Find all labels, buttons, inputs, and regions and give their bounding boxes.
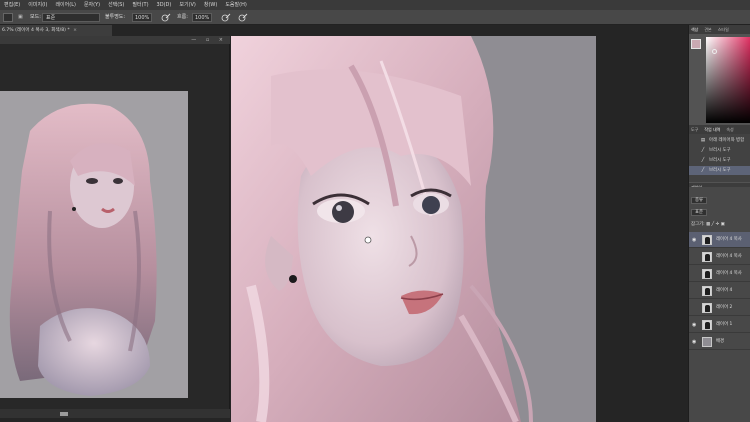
history-panel-tabs: 도구 작업 내역 속성 [689, 125, 750, 134]
menu-filter[interactable]: 필터(T) [132, 0, 148, 10]
right-panels: 색상 견본 스타일 도구 작업 내역 속성 ▤ 아래 레이어와 병합 ╱ 브러시 도… [688, 25, 750, 422]
color-swatches [691, 39, 705, 69]
layer-name: 레이어 1 [716, 322, 733, 327]
mode-label: 모드: [30, 14, 41, 20]
tool-preset-icon[interactable] [3, 13, 13, 22]
menu-bar: 편집(E) 이미지(I) 레이어(L) 문자(Y) 선택(S) 필터(T) 3D… [0, 0, 750, 10]
history-item[interactable]: ╱ 브러시 도구 [689, 146, 750, 155]
tab-color[interactable]: 색상 [691, 25, 698, 34]
layer-row[interactable]: 레이어 4 복사 [689, 266, 750, 282]
layer-row[interactable]: 레이어 4 [689, 283, 750, 299]
flow-input[interactable]: 100% [192, 13, 212, 22]
brush-icon: ╱ [701, 168, 705, 173]
history-item-label: 브러시 도구 [709, 158, 731, 163]
menu-edit[interactable]: 편집(E) [4, 0, 20, 10]
scrollbar-thumb[interactable] [60, 412, 68, 416]
layer-name: 레이어 4 복사 [716, 271, 742, 276]
tab-history[interactable]: 작업 내역 [704, 125, 720, 134]
blend-mode-dropdown[interactable]: 표준 [691, 209, 708, 216]
layer-row[interactable]: ◉ 레이어 1 [689, 317, 750, 333]
history-item-label: 브러시 도구 [709, 148, 731, 153]
document-tab-title: 6.7% (레이어 4 복사 3, 회색/8) * [2, 28, 70, 33]
layer-thumbnail [702, 337, 712, 347]
brush-icon: ╱ [701, 148, 705, 153]
flow-label: 흐름: [177, 14, 188, 20]
layer-thumbnail [702, 286, 712, 296]
color-panel-tabs: 색상 견본 스타일 [689, 25, 750, 34]
subwindow-titlebar[interactable]: — ▫ × [0, 36, 230, 44]
layer-filter[interactable]: 종류 [691, 197, 708, 204]
layer-row[interactable]: ◉ 레이어 4 복사 [689, 232, 750, 248]
opacity-label: 불투명도: [105, 14, 126, 20]
foreground-color-swatch[interactable] [691, 39, 701, 49]
layer-name: 레이어 4 [716, 288, 733, 293]
lock-icons[interactable]: ▩ ╱ ✛ ▣ [706, 222, 725, 227]
document-tab[interactable]: 6.7% (레이어 4 복사 3, 회색/8) * × [0, 25, 112, 36]
window-controls[interactable]: — ▫ × [191, 36, 227, 44]
menu-layer[interactable]: 레이어(L) [55, 0, 76, 10]
history-item-current[interactable]: ╱ 브러시 도구 [689, 166, 750, 175]
horizontal-scrollbar[interactable] [0, 409, 230, 418]
layer-row[interactable]: 레이어 4 복사 [689, 249, 750, 265]
tab-tools[interactable]: 도구 [691, 125, 698, 134]
picker-cursor[interactable] [712, 49, 717, 54]
layer-thumbnail [702, 252, 712, 262]
lock-label: 잠그기: [691, 222, 705, 227]
history-item[interactable]: ╱ 브러시 도구 [689, 156, 750, 165]
overview-canvas[interactable] [0, 91, 188, 398]
folder-icon[interactable]: ▣ [18, 13, 23, 22]
portrait-overview-image [0, 91, 188, 398]
opacity-input[interactable]: 100% [132, 13, 152, 22]
layer-row[interactable]: 레이어 2 [689, 300, 750, 316]
layer-row-background[interactable]: ◉ 배경 [689, 334, 750, 350]
eye-icon[interactable]: ◉ [692, 317, 698, 332]
blend-mode[interactable]: 표준 [691, 209, 708, 216]
document-icon: ▤ [700, 138, 706, 143]
portrait-closeup-image [231, 36, 596, 422]
layers-panel: 종류 표준 잠그기: ▩ ╱ ✛ ▣ ◉ 레이어 4 복사 레이어 4 복사 레… [689, 187, 750, 422]
layer-thumbnail [702, 320, 712, 330]
navigator-document-window: — ▫ × [0, 36, 230, 418]
main-canvas[interactable] [231, 36, 596, 422]
layer-name: 레이어 2 [716, 305, 733, 310]
history-item[interactable]: ▤ 아래 레이어와 병합 [689, 136, 750, 145]
options-bar: ▣ 모드: 표준 불투명도: 100% 흐름: 100% [0, 10, 750, 25]
layer-name: 배경 [716, 339, 725, 344]
color-picker-field[interactable] [706, 37, 750, 123]
history-item-label: 브러시 도구 [709, 168, 731, 173]
tab-styles[interactable]: 스타일 [718, 25, 729, 34]
close-icon[interactable]: × [73, 28, 77, 33]
layer-thumbnail [702, 235, 712, 245]
airbrush-icon[interactable] [221, 13, 231, 22]
menu-type[interactable]: 문자(Y) [84, 0, 100, 10]
menu-image[interactable]: 이미지(I) [28, 0, 47, 10]
tab-swatches[interactable]: 견본 [704, 25, 711, 34]
pressure-opacity-icon[interactable] [161, 13, 171, 22]
layer-thumbnail [702, 269, 712, 279]
pressure-size-icon[interactable] [238, 13, 248, 22]
tab-properties[interactable]: 속성 [726, 125, 733, 134]
lock-row: 잠그기: ▩ ╱ ✛ ▣ [691, 221, 725, 228]
menu-view[interactable]: 보기(V) [179, 0, 196, 10]
kind-dropdown[interactable]: 종류 [691, 197, 708, 204]
menu-help[interactable]: 도움말(H) [225, 0, 246, 10]
eye-icon[interactable]: ◉ [692, 232, 698, 247]
history-item-label: 아래 레이어와 병합 [709, 138, 745, 143]
menu-3d[interactable]: 3D(D) [157, 0, 172, 10]
menu-window[interactable]: 창(W) [204, 0, 217, 10]
mode-dropdown[interactable]: 표준 [42, 13, 100, 22]
layer-name: 레이어 4 복사 [716, 237, 742, 242]
brush-icon: ╱ [701, 158, 705, 163]
eye-icon[interactable]: ◉ [692, 334, 698, 349]
history-list: ▤ 아래 레이어와 병합 ╱ 브러시 도구 ╱ 브러시 도구 ╱ 브러시 도구 [689, 134, 750, 182]
menu-select[interactable]: 선택(S) [108, 0, 124, 10]
layer-thumbnail [702, 303, 712, 313]
layer-name: 레이어 4 복사 [716, 254, 742, 259]
